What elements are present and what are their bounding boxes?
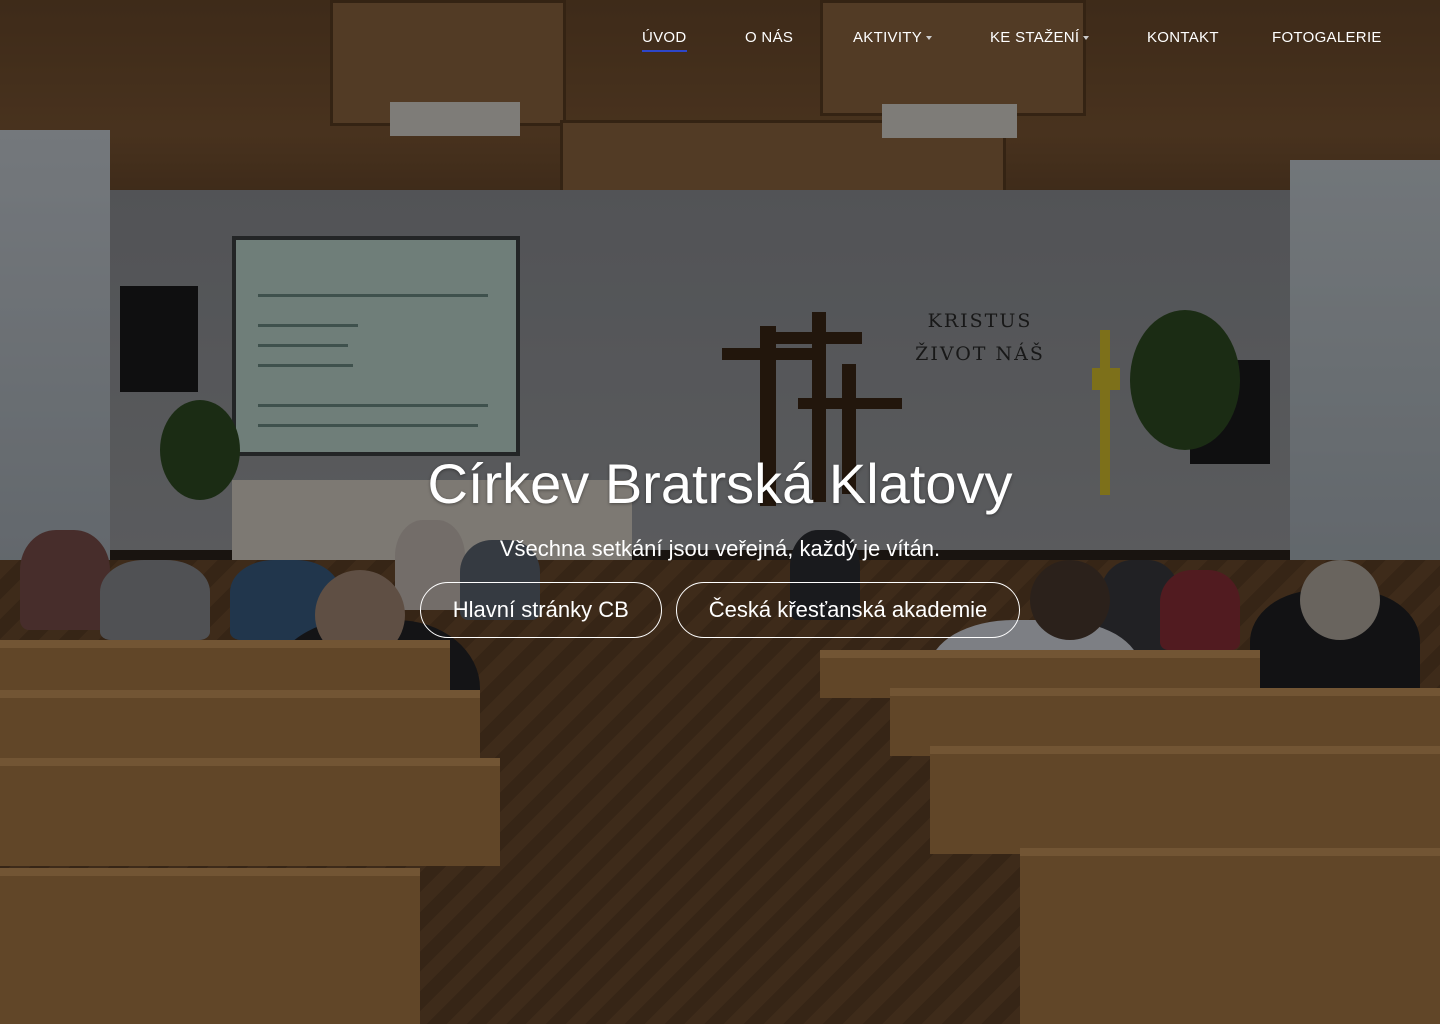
nav-item-aktivity[interactable]: AKTIVITY [853,29,933,46]
nav-item-label: ÚVOD [642,29,687,46]
nav-item-label: KE STAŽENÍ [990,29,1080,46]
hero-subtitle: Všechna setkání jsou veřejná, každý je v… [499,536,941,561]
nav-item-label: KONTAKT [1147,29,1219,46]
nav-item-label: O NÁS [745,29,794,46]
hero-buttons: Hlavní stránky CB Česká křesťanská akade… [0,582,1440,638]
nav-item-label: AKTIVITY [853,29,923,46]
caret-down-icon [926,36,933,41]
ceska-krestanska-akademie-button[interactable]: Česká křesťanská akademie [675,582,1021,638]
nav-item-uvod[interactable]: ÚVOD [642,29,687,52]
hero-section: KRISTUS ŽIVOT NÁŠ ÚVOD O NÁS AKTIVITY KE… [0,0,1440,1024]
caret-down-icon [1083,36,1090,41]
hero-title: Církev Bratrská Klatovy [427,452,1013,515]
hlavni-stranky-cb-button[interactable]: Hlavní stránky CB [419,582,662,638]
nav-item-fotogalerie[interactable]: FOTOGALERIE [1272,29,1382,46]
nav-item-ke-stazeni[interactable]: KE STAŽENÍ [990,29,1090,46]
nav-item-kontakt[interactable]: KONTAKT [1147,29,1219,46]
nav-item-label: FOTOGALERIE [1272,29,1382,46]
main-navigation: ÚVOD O NÁS AKTIVITY KE STAŽENÍ KONTAKT F… [0,29,1440,53]
hero-content: Církev Bratrská Klatovy Všechna setkání … [0,450,1440,638]
nav-item-o-nas[interactable]: O NÁS [745,29,793,46]
